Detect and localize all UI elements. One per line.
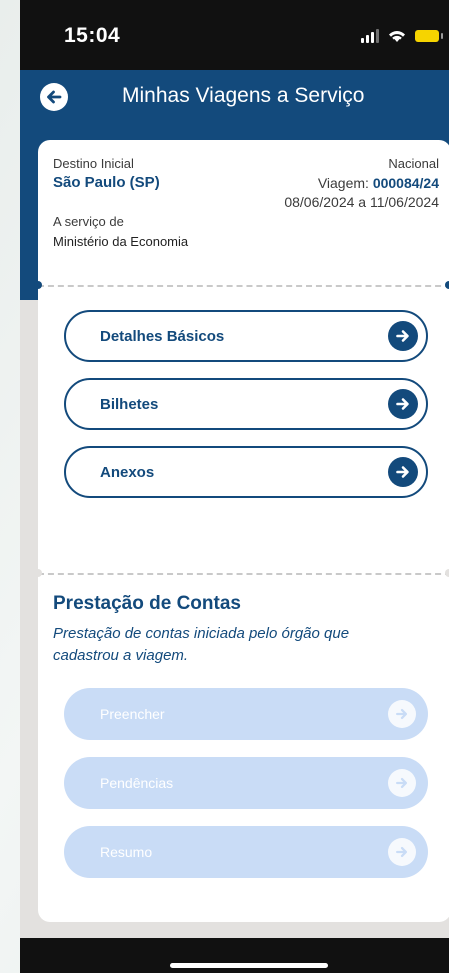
destination-value: São Paulo (SP) [53, 174, 160, 191]
arrow-right-icon [388, 700, 416, 728]
home-indicator[interactable] [170, 963, 328, 968]
attachments-label: Anexos [100, 463, 155, 481]
service-org: Ministério da Economia [53, 234, 189, 249]
pending-button[interactable]: Pendências [64, 757, 428, 809]
fill-label: Preencher [100, 706, 165, 722]
divider [38, 285, 449, 287]
pending-label: Pendências [100, 775, 174, 791]
signal-icon [361, 28, 379, 43]
card-notch-right [445, 569, 449, 577]
trip-type: Nacional [388, 156, 439, 171]
tickets-label: Bilhetes [100, 395, 159, 413]
arrow-left-icon [47, 90, 62, 104]
accountability-title: Prestação de Contas [53, 593, 241, 614]
summary-label: Resumo [100, 844, 153, 860]
status-icons [361, 28, 443, 43]
status-bar: 15:04 [20, 0, 449, 70]
card-notch-right [445, 281, 449, 289]
trip-dates: 08/06/2024 a 11/06/2024 [284, 194, 439, 210]
arrow-right-icon [388, 321, 418, 351]
status-time: 15:04 [64, 24, 121, 47]
divider [38, 573, 449, 575]
trip-label: Viagem: [317, 175, 369, 191]
attachments-button[interactable]: Anexos [64, 446, 428, 498]
page-title: Minhas Viagens a Serviço [122, 84, 365, 107]
arrow-right-icon [388, 838, 416, 866]
arrow-right-icon [388, 389, 418, 419]
battery-icon [415, 29, 443, 42]
arrow-right-icon [388, 457, 418, 487]
service-label: A serviço de [53, 214, 124, 229]
destination-label: Destino Inicial [53, 156, 134, 171]
arrow-right-icon [388, 769, 416, 797]
trip-number-line: Viagem: 000084/24 [318, 175, 439, 191]
phone-screen: 15:04 Minhas Viagens a Serviço Destino I… [20, 0, 449, 973]
fill-button[interactable]: Preencher [64, 688, 428, 740]
accountability-subtitle: Prestação de contas iniciada pelo órgão … [53, 625, 350, 664]
card-notch-left [34, 569, 42, 577]
basic-details-label: Detalhes Básicos [100, 327, 225, 345]
card-notch-left [34, 281, 42, 289]
basic-details-button[interactable]: Detalhes Básicos [64, 310, 428, 362]
back-button[interactable] [40, 83, 68, 111]
tickets-button[interactable]: Bilhetes [64, 378, 428, 430]
summary-button[interactable]: Resumo [64, 826, 428, 878]
wifi-icon [389, 31, 405, 42]
trip-number: 000084/24 [372, 175, 439, 191]
